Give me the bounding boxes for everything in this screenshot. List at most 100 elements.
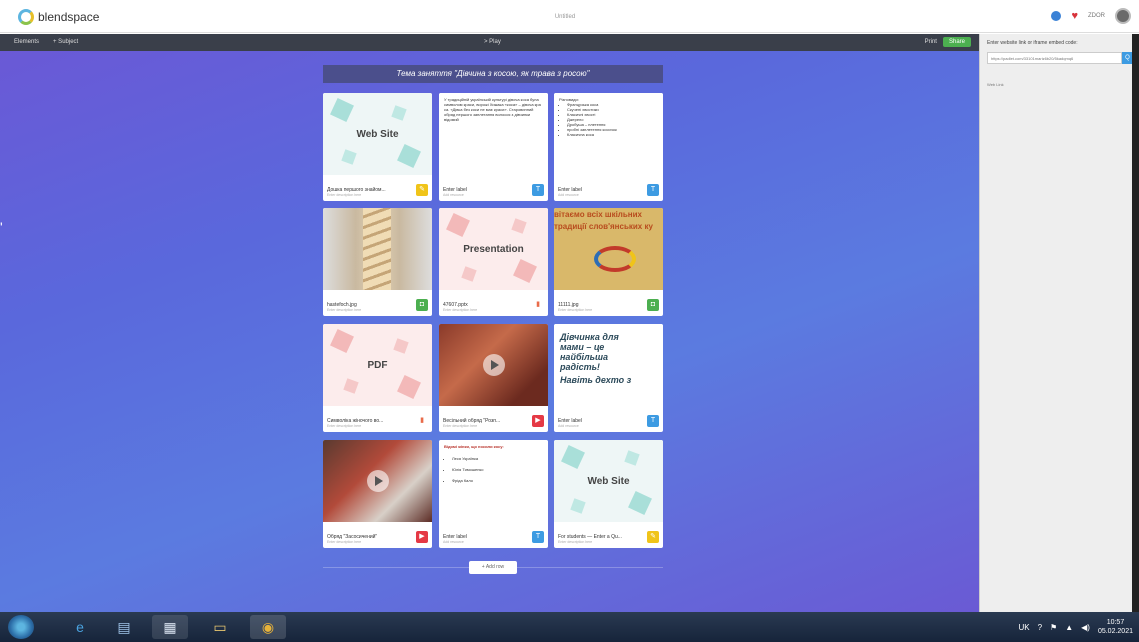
share-button[interactable]: Share (942, 37, 971, 47)
tile-thumbnail: Presentation (439, 208, 548, 290)
text-type-icon: T (532, 184, 544, 196)
tile-sub[interactable]: Enter description here (558, 540, 642, 544)
subject-button[interactable]: + Subject (53, 39, 78, 45)
video-type-icon: ▶ (532, 415, 544, 427)
volume-icon[interactable]: ◀) (1081, 623, 1090, 632)
help-icon[interactable]: ? (1038, 623, 1042, 632)
text-line: мами – це (560, 342, 605, 352)
clock[interactable]: 10:57 05.02.2021 (1098, 618, 1133, 636)
banner-line: вітаємо всіх шкільних (554, 210, 643, 219)
language-indicator[interactable]: UK (1018, 623, 1029, 632)
list-heading: Відомі жінки, що носили косу: (444, 444, 504, 449)
tile-text-content: Дівчинка для мами – це найбільша радість… (554, 324, 663, 406)
text-type-icon: T (532, 531, 544, 543)
tile-text-4[interactable]: Відомі жінки, що носили косу: Леся Украї… (439, 440, 548, 548)
banner-image: вітаємо всіх шкільних традиції слов'янсь… (554, 208, 663, 290)
elements-button[interactable]: Elements (14, 39, 39, 45)
explorer-icon[interactable]: ▤ (106, 615, 142, 639)
file-type-icon: ▮ (532, 299, 544, 311)
tile-sub[interactable]: Add resource (558, 424, 642, 428)
play-icon[interactable] (483, 354, 505, 376)
wreath-icon (594, 246, 636, 272)
tile-video-1[interactable]: Весільний обряд "Розп... Enter descriptio… (439, 324, 548, 432)
system-tray: UK ? ⚑ ▲ ◀) 10:57 05.02.2021 (1018, 618, 1133, 636)
web-link-result[interactable]: Web Link (987, 82, 1004, 87)
tile-video-2[interactable]: Обряд "Засосичений" Enter description her… (323, 440, 432, 548)
word-icon[interactable]: ▦ (152, 615, 188, 639)
tile-image-1[interactable]: hastefoch.jpg Enter description here ◘ (323, 208, 432, 316)
tile-sub[interactable]: Enter description here (558, 308, 642, 312)
tile-website-1[interactable]: Web Site Дошка першого знайом... Enter de… (323, 93, 432, 201)
play-icon[interactable] (367, 470, 389, 492)
lesson-canvas: ' Тема заняття "Дівчина з косою, як трав… (0, 51, 979, 612)
tile-sub[interactable]: Add resource (443, 193, 527, 197)
tile-sub[interactable]: Enter description here (443, 424, 527, 428)
tile-sub[interactable]: Enter description here (443, 308, 527, 312)
flag-icon[interactable]: ⚑ (1050, 623, 1057, 632)
lesson-title[interactable]: Тема заняття "Дівчина з косою, як трава … (323, 65, 663, 83)
tile-text-content: Різновиди: Французька коса Скучені хвост… (554, 93, 663, 175)
tile-text-content: У традиційній українській культурі дівоч… (439, 93, 548, 175)
text-line: радість! (560, 362, 600, 372)
thumb-title: Presentation (463, 243, 524, 255)
tile-thumbnail: Web Site (554, 440, 663, 522)
video-type-icon: ▶ (416, 531, 428, 543)
tile-sub[interactable]: Enter description here (327, 540, 411, 544)
list-item: Класична коса (567, 132, 658, 137)
video-thumbnail (439, 324, 548, 406)
tile-sub[interactable]: Enter description here (327, 308, 411, 312)
thumb-title: Web Site (587, 475, 630, 487)
text-line: Дівчинка для (560, 332, 619, 342)
tile-text-2[interactable]: Різновиди: Французька коса Скучені хвост… (554, 93, 663, 201)
heart-icon[interactable]: ♥ (1071, 11, 1078, 22)
header-actions: ♥ ZDOR (1051, 8, 1131, 24)
avatar[interactable] (1115, 8, 1131, 24)
link-type-icon: ✎ (416, 184, 428, 196)
editor-toolbar: Elements + Subject > Play Print Share (0, 34, 979, 51)
text-type-icon: T (647, 415, 659, 427)
list-item: Юлія Тимошенко (452, 464, 543, 475)
image-type-icon: ◘ (647, 299, 659, 311)
embed-url-input[interactable]: https://padlet.com/33101mariz6b20/5kadqm… (987, 52, 1122, 64)
embed-label: Enter website link or iframe embed code: (987, 40, 1078, 46)
list-item: Леся Українка (452, 453, 543, 464)
tile-thumbnail: PDF (323, 324, 432, 406)
braid-image (323, 208, 432, 290)
help-icon[interactable] (1051, 11, 1062, 21)
clock-date: 05.02.2021 (1097, 628, 1133, 635)
text-line: Навіть дехто з (560, 375, 632, 385)
top-header: blendspace Untitled ♥ ZDOR (0, 0, 1139, 33)
tile-sub[interactable]: Add resource (558, 193, 642, 197)
list-item: Фріда Кало (452, 475, 543, 486)
thumb-title: Web Site (356, 128, 399, 140)
play-button[interactable]: > Play (484, 39, 501, 45)
clock-time: 10:57 (1106, 619, 1125, 626)
text-line: найбільша (560, 352, 608, 362)
tile-thumbnail: Web Site (323, 93, 432, 175)
ie-icon[interactable]: e (62, 615, 98, 639)
start-button[interactable] (8, 615, 34, 639)
print-button[interactable]: Print (925, 39, 937, 45)
folder-icon[interactable]: ▭ (202, 615, 238, 639)
brand-logo[interactable]: blendspace (18, 9, 99, 25)
chrome-icon[interactable]: ◉ (250, 615, 286, 639)
side-strip (1132, 34, 1139, 612)
tile-presentation[interactable]: Presentation 47607.pptx Enter description… (439, 208, 548, 316)
tile-text-1[interactable]: У традиційній українській культурі дівоч… (439, 93, 548, 201)
add-row-button[interactable]: + Add row (469, 561, 517, 574)
tile-pdf[interactable]: PDF Символіка жіночого во... Enter descri… (323, 324, 432, 432)
link-type-icon: ✎ (647, 531, 659, 543)
tile-image-2[interactable]: вітаємо всіх шкільних традиції слов'янсь… (554, 208, 663, 316)
tile-sub[interactable]: Add resource (443, 540, 527, 544)
windows-taskbar: e ▤ ▦ ▭ ◉ UK ? ⚑ ▲ ◀) 10:57 05.02.2021 (0, 612, 1139, 642)
tile-sub[interactable]: Enter description here (327, 193, 411, 197)
banner-line: традиції слов'янських ку (554, 222, 653, 231)
tile-text-3[interactable]: Дівчинка для мами – це найбільша радість… (554, 324, 663, 432)
lesson-name[interactable]: Untitled (520, 14, 610, 20)
network-icon[interactable]: ▲ (1065, 623, 1073, 632)
image-type-icon: ◘ (416, 299, 428, 311)
tile-website-2[interactable]: Web Site For students — Enter a Qu... Ent… (554, 440, 663, 548)
user-name[interactable]: ZDOR (1088, 13, 1105, 19)
tile-sub[interactable]: Enter description here (327, 424, 411, 428)
cursor-mark: ' (0, 219, 3, 235)
